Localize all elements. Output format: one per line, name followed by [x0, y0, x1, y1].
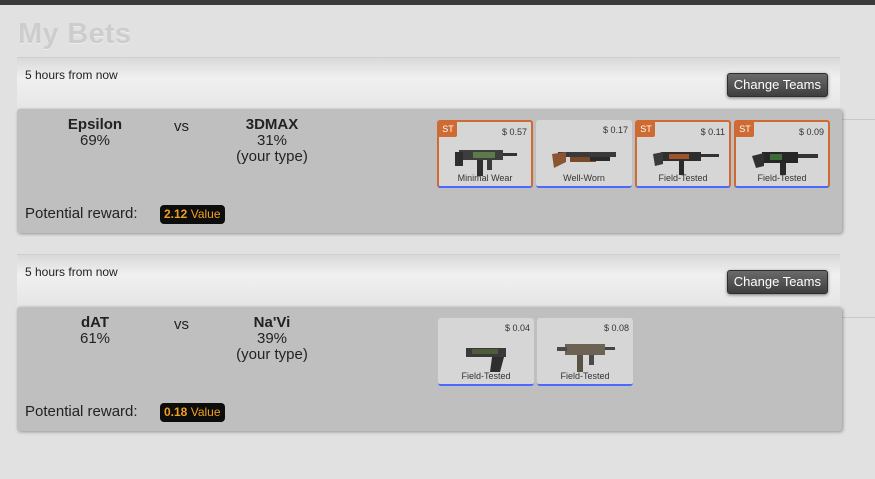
team-1[interactable]: dAT 61% — [57, 315, 133, 347]
team-percent: 61% — [79, 330, 111, 347]
top-bar — [0, 0, 875, 5]
skin-item[interactable]: $ 0.04 Field-Tested — [438, 318, 534, 386]
divider — [840, 317, 875, 318]
item-price: $ 0.11 — [700, 127, 725, 137]
bet-header: 5 hours from now Change Teams — [17, 57, 840, 108]
stattrak-badge: ST — [736, 122, 754, 137]
skin-item[interactable]: ST $ 0.11 Field-Tested — [635, 120, 731, 188]
stattrak-badge: ST — [439, 122, 457, 137]
smg-icon — [557, 344, 615, 372]
potential-reward-label: Potential reward: — [25, 205, 138, 222]
team-percent: 39% — [256, 330, 288, 347]
vs-label: vs — [174, 118, 189, 135]
item-wear: Field-Tested — [658, 173, 708, 183]
page-title: My Bets — [18, 18, 132, 50]
change-teams-button[interactable]: Change Teams — [726, 270, 828, 294]
shotgun-icon — [552, 152, 616, 168]
stattrak-badge: ST — [637, 122, 655, 137]
skin-item[interactable]: $ 0.08 Field-Tested — [537, 318, 633, 386]
team-name: Epsilon — [67, 116, 123, 133]
skin-item[interactable]: ST $ 0.57 Minimal Wear — [437, 120, 533, 188]
reward-amount: 2.12 — [164, 207, 188, 221]
item-price: $ 0.57 — [501, 127, 527, 137]
bet-time: 5 hours from now — [25, 265, 118, 279]
item-price: $ 0.04 — [504, 323, 530, 333]
potential-reward-label: Potential reward: — [25, 403, 138, 420]
team-name: 3DMAX — [245, 116, 299, 133]
pistol-icon — [466, 348, 506, 372]
divider — [840, 119, 875, 120]
team-name: dAT — [80, 314, 110, 331]
item-price: $ 0.17 — [602, 125, 628, 135]
item-wear: Field-Tested — [461, 371, 511, 381]
team-1[interactable]: Epsilon 69% — [57, 117, 133, 149]
reward-value-badge: 2.12 Value — [160, 205, 225, 224]
item-wear: Field-Tested — [757, 173, 807, 183]
reward-unit: Value — [190, 405, 221, 419]
team-name: Na'Vi — [253, 314, 291, 331]
your-type-label: (your type) — [236, 148, 308, 165]
reward-unit: Value — [190, 207, 221, 221]
team-2[interactable]: Na'Vi 39% (your type) — [217, 315, 327, 363]
bet-body: dAT 61% vs Na'Vi 39% (your type) Potenti… — [17, 307, 842, 431]
vs-label: vs — [174, 316, 189, 333]
team-percent: 31% — [256, 132, 288, 149]
skin-item[interactable]: ST $ 0.09 Field-Tested — [734, 120, 830, 188]
bet-body: Epsilon 69% vs 3DMAX 31% (your type) Pot… — [17, 109, 842, 233]
item-wear: Minimal Wear — [457, 173, 513, 183]
bet-header: 5 hours from now Change Teams — [17, 254, 840, 305]
item-wear: Well-Worn — [563, 173, 605, 183]
reward-value-badge: 0.18 Value — [160, 403, 225, 422]
your-type-label: (your type) — [236, 346, 308, 363]
reward-amount: 0.18 — [164, 405, 188, 419]
item-wear: Field-Tested — [560, 371, 610, 381]
team-percent: 69% — [79, 132, 111, 149]
bet-time: 5 hours from now — [25, 68, 118, 82]
item-price: $ 0.08 — [603, 323, 629, 333]
team-2[interactable]: 3DMAX 31% (your type) — [217, 117, 327, 165]
item-price: $ 0.09 — [798, 127, 824, 137]
change-teams-button[interactable]: Change Teams — [726, 73, 828, 97]
skin-item[interactable]: $ 0.17 Well-Worn — [536, 120, 632, 188]
